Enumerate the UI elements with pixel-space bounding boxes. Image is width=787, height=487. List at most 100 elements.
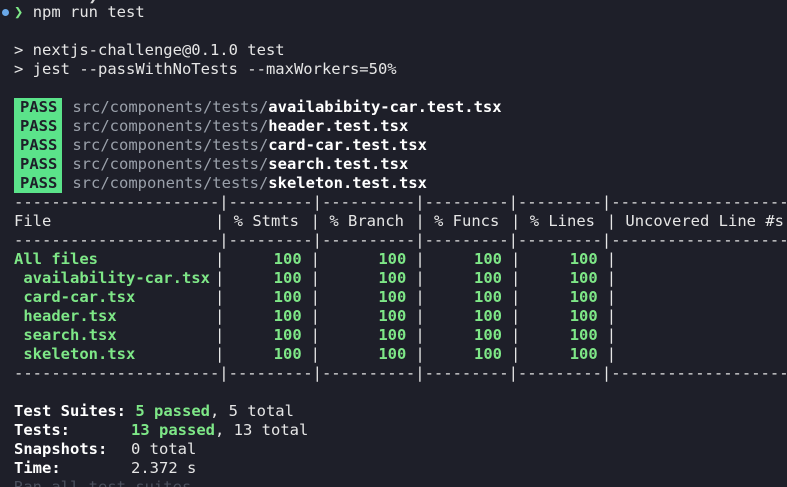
summary-time-value: 2.372 s bbox=[131, 459, 197, 477]
coverage-gap bbox=[598, 326, 607, 345]
coverage-file-name: availability-car.tsx bbox=[14, 269, 210, 287]
coverage-lines: 100 bbox=[569, 250, 598, 268]
coverage-gap bbox=[598, 307, 607, 326]
summary-suites: Test Suites: 5 passed, 5 total bbox=[14, 402, 294, 421]
coverage-header-lines: % Lines bbox=[529, 212, 596, 230]
coverage-file-name: search.tsx bbox=[14, 326, 117, 344]
prompt-command: npm run test bbox=[32, 3, 145, 21]
coverage-branch: 100 bbox=[378, 250, 407, 268]
coverage-header-branch: % Branch bbox=[329, 212, 404, 230]
coverage-gap bbox=[502, 307, 511, 326]
coverage-file-name: header.tsx bbox=[14, 307, 117, 325]
coverage-row: skeleton.tsx | 100 | 100 | 100 | 100 | bbox=[14, 345, 626, 364]
test-dir: src/components/tests/ bbox=[72, 174, 269, 192]
summary-suites-total: , 5 total bbox=[209, 402, 294, 420]
coverage-gap bbox=[302, 250, 311, 269]
coverage-stmts: 100 bbox=[273, 288, 302, 306]
coverage-gap bbox=[406, 250, 415, 269]
test-file: availabibity-car.test.tsx bbox=[268, 98, 502, 116]
coverage-separator: ----------------------|---------|-------… bbox=[14, 364, 787, 382]
coverage-gap bbox=[502, 250, 511, 269]
coverage-stmts: 100 bbox=[273, 269, 302, 287]
coverage-header: File | % Stmts | % Branch | % Funcs | % Line… bbox=[14, 212, 784, 230]
coverage-stmts: 100 bbox=[273, 345, 302, 363]
test-dir: src/components/tests/ bbox=[72, 117, 269, 135]
coverage-funcs: 100 bbox=[474, 345, 503, 363]
summary-tests-passed: 13 passed bbox=[131, 421, 215, 439]
coverage-header-stmts: % Stmts bbox=[233, 212, 299, 230]
summary-tests-total: , 13 total bbox=[215, 421, 309, 439]
summary-footer-hint: Ran all test suites. bbox=[14, 478, 201, 487]
coverage-row: search.tsx | 100 | 100 | 100 | 100 | bbox=[14, 326, 626, 345]
coverage-gap bbox=[598, 288, 607, 307]
coverage-funcs: 100 bbox=[474, 269, 503, 287]
coverage-gap bbox=[302, 307, 311, 326]
prompt-line: ❯ npm run test bbox=[14, 3, 145, 22]
coverage-file-name: All files bbox=[14, 250, 98, 268]
coverage-stmts: 100 bbox=[273, 326, 302, 344]
coverage-lines: 100 bbox=[569, 326, 598, 344]
coverage-separator: ----------------------|---------|-------… bbox=[14, 231, 787, 249]
coverage-branch: 100 bbox=[378, 326, 407, 344]
coverage-branch: 100 bbox=[378, 288, 407, 306]
coverage-gap bbox=[302, 288, 311, 307]
coverage-lines: 100 bbox=[569, 269, 598, 287]
test-file: skeleton.test.tsx bbox=[268, 174, 427, 192]
coverage-gap bbox=[302, 345, 311, 364]
coverage-gap bbox=[502, 326, 511, 345]
test-result-row: PASS src/components/tests/search.test.tsx bbox=[14, 155, 408, 174]
script-line: > nextjs-challenge@0.1.0 test bbox=[14, 41, 285, 59]
test-result-row: PASS src/components/tests/card-car.test.t… bbox=[14, 136, 427, 155]
coverage-stmts: 100 bbox=[273, 307, 302, 325]
coverage-gap bbox=[598, 269, 607, 288]
summary-snapshots: Snapshots: 0 total bbox=[14, 440, 196, 459]
test-dir: src/components/tests/ bbox=[72, 155, 269, 173]
test-result-row: PASS src/components/tests/availabibity-ca… bbox=[14, 98, 502, 117]
coverage-gap bbox=[502, 288, 511, 307]
summary-snapshots-value: 0 total bbox=[131, 440, 197, 458]
coverage-branch: 100 bbox=[378, 307, 407, 325]
coverage-funcs: 100 bbox=[474, 307, 503, 325]
coverage-header-uncovered: Uncovered Line #s bbox=[625, 212, 784, 230]
coverage-header-file: File bbox=[14, 212, 52, 230]
coverage-gap bbox=[406, 345, 415, 364]
coverage-header-funcs: % Funcs bbox=[434, 212, 500, 230]
coverage-lines: 100 bbox=[569, 288, 598, 306]
test-file: card-car.test.tsx bbox=[268, 136, 427, 154]
coverage-gap bbox=[302, 326, 311, 345]
pass-badge: PASS bbox=[14, 136, 63, 155]
coverage-lines: 100 bbox=[569, 307, 598, 325]
test-file: header.test.tsx bbox=[268, 117, 409, 135]
coverage-gap bbox=[598, 250, 607, 269]
coverage-gap bbox=[406, 288, 415, 307]
test-file: search.test.tsx bbox=[268, 155, 409, 173]
summary-time: Time: 2.372 s bbox=[14, 459, 196, 478]
coverage-lines: 100 bbox=[569, 345, 598, 363]
summary-suites-label: Test Suites: bbox=[14, 402, 126, 420]
coverage-branch: 100 bbox=[378, 269, 407, 287]
pass-badge: PASS bbox=[14, 155, 63, 174]
test-dir: src/components/tests/ bbox=[72, 98, 269, 116]
coverage-stmts: 100 bbox=[273, 250, 302, 268]
summary-tests-label: Tests: bbox=[14, 421, 70, 439]
coverage-funcs: 100 bbox=[474, 326, 503, 344]
coverage-branch: 100 bbox=[378, 345, 407, 363]
coverage-row: availability-car.tsx | 100 | 100 | 100 | … bbox=[14, 269, 626, 288]
coverage-row: All files | 100 | 100 | 100 | 100 | bbox=[14, 250, 626, 269]
summary-tests: Tests: 13 passed, 13 total bbox=[14, 421, 308, 440]
coverage-file-name: card-car.tsx bbox=[14, 288, 136, 306]
prompt-arrow-icon: ❯ bbox=[14, 3, 24, 21]
test-result-row: PASS src/components/tests/header.test.tsx bbox=[14, 117, 408, 136]
coverage-gap bbox=[406, 326, 415, 345]
coverage-funcs: 100 bbox=[474, 250, 503, 268]
summary-time-label: Time: bbox=[14, 459, 61, 477]
coverage-separator: ----------------------|---------|-------… bbox=[14, 193, 787, 211]
prompt-status-dot bbox=[2, 9, 9, 16]
test-dir: src/components/tests/ bbox=[72, 136, 269, 154]
pass-badge: PASS bbox=[14, 117, 63, 136]
coverage-gap bbox=[302, 269, 311, 288]
terminal-window[interactable]: ❯ ❯ npm run test > nextjs-challenge@0.1.… bbox=[0, 0, 787, 487]
summary-suites-passed: 5 passed bbox=[135, 402, 210, 420]
pass-badge: PASS bbox=[14, 98, 63, 117]
coverage-gap bbox=[598, 345, 607, 364]
